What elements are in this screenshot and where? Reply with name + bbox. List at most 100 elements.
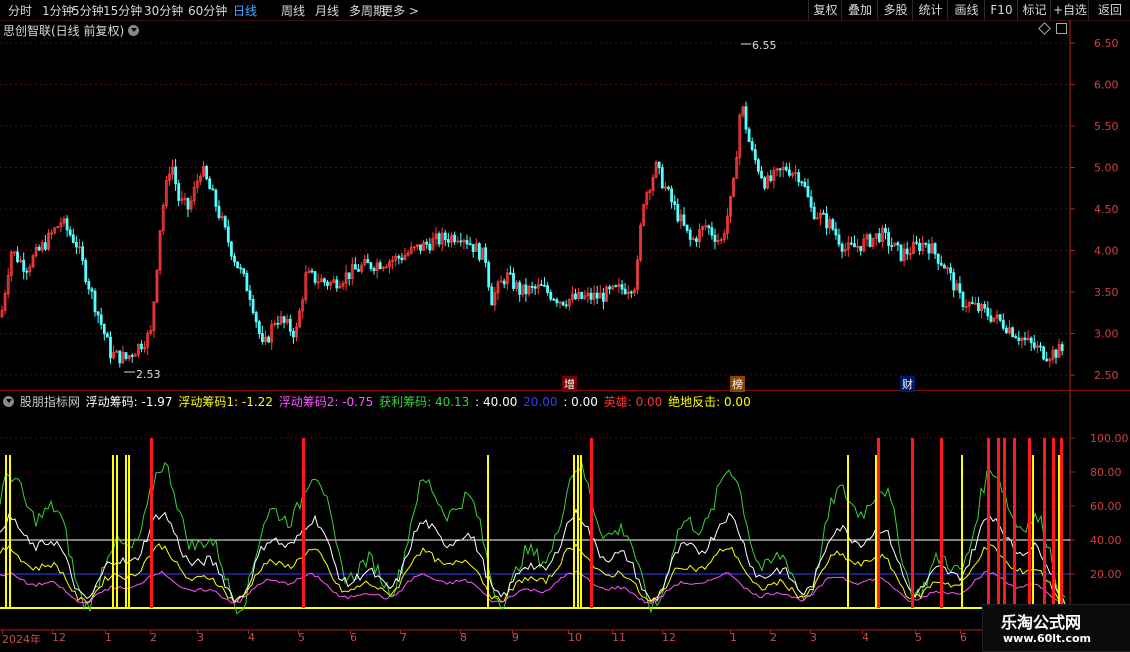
candle-body (877, 233, 881, 243)
time-tick (862, 630, 863, 634)
ind-axis-label: 40.00 (1090, 534, 1122, 547)
comeback-signal-bar (877, 438, 880, 608)
event-marker-1[interactable]: 榜 (730, 376, 745, 392)
indicator-menu-icon[interactable] (3, 396, 14, 407)
low-label: 2.53 (136, 368, 161, 381)
candle-body (446, 239, 450, 243)
candle-body (524, 284, 528, 295)
candle-body (831, 219, 835, 230)
candle-body (465, 240, 469, 245)
time-tick (350, 630, 351, 634)
time-label-5: 4 (248, 631, 255, 644)
candle-body (353, 264, 357, 270)
candle-body (226, 226, 230, 243)
candle-body (887, 232, 890, 246)
candle-body (106, 333, 109, 338)
legend-item-2: 浮动筹码2: -0.75 (278, 395, 378, 409)
candle-body (71, 234, 75, 243)
comeback-signal-bar (1052, 438, 1055, 608)
candle-body (673, 201, 677, 205)
candle-body (546, 285, 549, 293)
indicator-name: 股朋指标网 (16, 395, 84, 409)
time-label-17: 4 (862, 631, 869, 644)
candle-body (825, 213, 828, 229)
candle-body (809, 196, 813, 208)
candle-body (44, 242, 47, 250)
time-tick (2, 630, 3, 634)
candle-body (471, 244, 475, 252)
time-tick (105, 630, 106, 634)
hero-signal-bar (1032, 455, 1034, 608)
time-tick (730, 630, 731, 634)
candle-body (322, 278, 326, 283)
comeback-signal-bar (302, 438, 305, 608)
hero-signal-bar (1058, 455, 1060, 608)
candle-body (803, 181, 807, 187)
candle-body (490, 286, 494, 306)
candle-body (1039, 345, 1042, 348)
candle-body (688, 229, 692, 240)
candle-body (378, 262, 382, 270)
time-label-9: 8 (460, 631, 467, 644)
comeback-signal-bar (987, 438, 990, 608)
comeback-signal-bar (1013, 438, 1016, 608)
candle-body (958, 283, 962, 293)
price-chart[interactable]: 6.50 6.00 5.50 5.00 4.50 4.00 3.50 3.00 2.50 6.55… (0, 0, 1130, 650)
candle-body (233, 255, 236, 263)
hero-signal-bar (577, 455, 579, 608)
candle-body (918, 242, 921, 252)
candle-body (939, 262, 943, 266)
time-label-2: 1 (105, 631, 112, 644)
high-label: 6.55 (752, 39, 777, 52)
price-axis-label: 3.50 (1094, 286, 1119, 299)
candle-body (949, 267, 952, 274)
candle-body (208, 178, 212, 190)
price-axis-label: 5.50 (1094, 120, 1119, 133)
candle-body (428, 243, 432, 251)
candle-body (186, 197, 190, 210)
candle-body (1014, 336, 1018, 339)
candle-body (502, 280, 506, 285)
candle-body (217, 205, 221, 219)
candle-body (822, 212, 825, 215)
event-marker-0[interactable]: 增 (562, 376, 577, 392)
candle-body (623, 288, 627, 295)
candle-body (713, 234, 717, 242)
candle-body (834, 228, 838, 236)
candle-body (629, 291, 633, 294)
candle-body (366, 259, 370, 264)
candle-body (983, 304, 987, 309)
watermark-url: www.60lt.com (1003, 632, 1092, 645)
candle-body (419, 244, 422, 251)
candle-body (797, 172, 801, 183)
event-marker-2[interactable]: 财 (900, 376, 915, 392)
time-label-6: 5 (298, 631, 305, 644)
candle-body (760, 170, 763, 179)
price-axis-label: 6.50 (1094, 37, 1119, 50)
candle-body (530, 286, 534, 288)
candle-body (276, 322, 280, 325)
hero-signal-bar (125, 455, 127, 608)
candle-body (543, 284, 546, 287)
candle-body (924, 242, 928, 245)
candle-body (670, 188, 673, 203)
series-profit-chips (0, 461, 1066, 615)
ind-axis-label: 20.00 (1090, 568, 1122, 581)
comeback-signal-bar (1003, 438, 1006, 608)
candle-body (896, 242, 900, 246)
comeback-signal-bar (940, 438, 943, 608)
hero-signal-bar (5, 455, 7, 608)
candle-body (552, 298, 556, 301)
candle-body (22, 259, 26, 272)
time-label-4: 3 (197, 631, 204, 644)
candle-body (236, 261, 240, 269)
candle-body (850, 242, 853, 245)
candle-body (840, 243, 844, 252)
candle-body (140, 343, 143, 350)
candle-body (347, 272, 351, 280)
candle-body (37, 246, 41, 251)
candle-body (620, 284, 624, 290)
time-tick (197, 630, 198, 634)
candle-body (549, 292, 553, 300)
candle-body (859, 245, 863, 252)
